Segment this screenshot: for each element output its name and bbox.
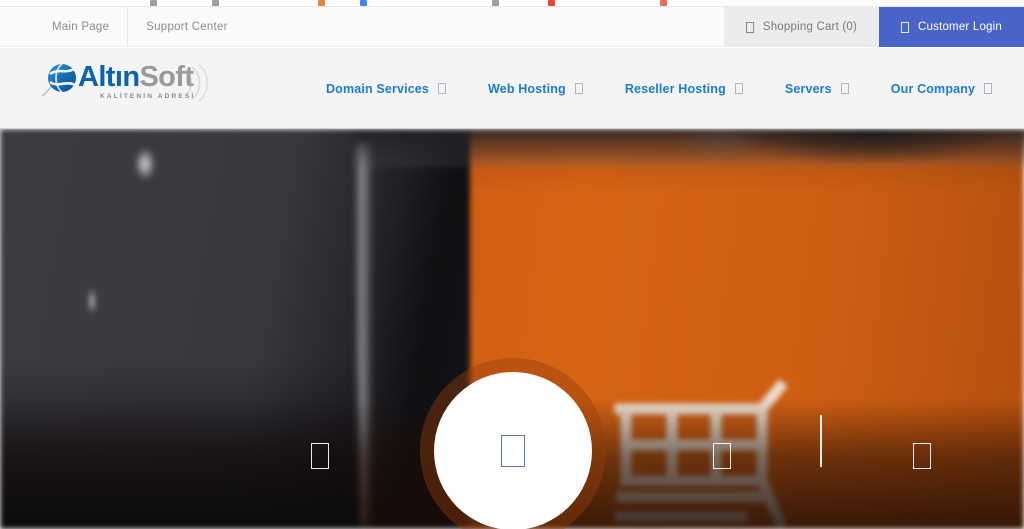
- shopping-cart-label: Shopping Cart (0): [762, 21, 858, 33]
- play-icon: [501, 435, 525, 467]
- hero-banner: Everything is at your fingertips Service…: [0, 129, 1024, 529]
- logo-word-row: AltınSoft: [78, 62, 195, 92]
- site-header: AltınSoft KALİTENİN ADRESİ Domain Servic…: [0, 48, 1024, 129]
- bookmark-favicon[interactable]: [548, 0, 555, 6]
- hero-divider-line: [820, 415, 822, 467]
- bookmark-favicon[interactable]: [318, 0, 325, 6]
- nav-label: Our Company: [890, 81, 976, 96]
- nav-item-our-company[interactable]: Our Company: [870, 82, 1013, 96]
- top-utility-actions: Shopping Cart (0) Customer Login: [723, 7, 1024, 47]
- top-utility-links: Main Page Support Center: [34, 7, 246, 47]
- nav-item-contact[interactable]: Contact: [1013, 82, 1024, 96]
- chevron-down-icon: [574, 83, 583, 94]
- bookmark-favicon[interactable]: [660, 0, 667, 6]
- nav-label: Reseller Hosting: [624, 81, 726, 96]
- nav-label: Web Hosting: [488, 81, 566, 96]
- globe-icon: [40, 60, 82, 102]
- nav-item-reseller-hosting[interactable]: Reseller Hosting: [604, 82, 764, 96]
- hero-marker-icon[interactable]: [713, 443, 731, 469]
- bookmark-favicon[interactable]: [150, 0, 157, 6]
- logo-name-first: Altın: [78, 61, 140, 93]
- page-root: Main Page Support Center Shopping Cart (…: [0, 0, 1024, 529]
- chevron-down-icon: [840, 83, 849, 94]
- sound-waves-icon: [184, 64, 209, 102]
- bookmark-favicon[interactable]: [360, 0, 367, 6]
- nav-label: Servers: [784, 81, 832, 96]
- nav-label: Domain Services: [326, 81, 429, 96]
- site-logo[interactable]: AltınSoft KALİTENİN ADRESİ: [40, 60, 209, 102]
- nav-item-web-hosting[interactable]: Web Hosting: [467, 82, 604, 96]
- nav-item-servers[interactable]: Servers: [764, 82, 870, 96]
- user-icon: [901, 21, 910, 33]
- hero-next-arrow-icon[interactable]: [913, 443, 931, 469]
- nav-item-domain-services[interactable]: Domain Services: [305, 82, 467, 96]
- browser-bookmarks-bar[interactable]: [0, 0, 1024, 7]
- bookmark-favicon[interactable]: [212, 0, 219, 6]
- topbar-link-main-page[interactable]: Main Page: [34, 7, 127, 47]
- chevron-down-icon: [734, 83, 743, 94]
- bookmark-favicon[interactable]: [492, 0, 499, 6]
- main-navigation: Domain Services Web Hosting Reseller Hos…: [305, 48, 1024, 129]
- topbar-link-support-center[interactable]: Support Center: [128, 7, 246, 47]
- hero-prev-arrow-icon[interactable]: [311, 443, 329, 469]
- shopping-cart-button[interactable]: Shopping Cart (0): [723, 7, 880, 47]
- chevron-down-icon: [984, 83, 993, 94]
- logo-wordmark: AltınSoft KALİTENİN ADRESİ: [78, 62, 209, 102]
- chevron-down-icon: [438, 83, 446, 94]
- play-button[interactable]: [434, 372, 592, 529]
- logo-tagline: KALİTENİN ADRESİ: [100, 93, 196, 100]
- top-utility-bar: Main Page Support Center Shopping Cart (…: [0, 7, 1024, 47]
- customer-login-button[interactable]: Customer Login: [879, 7, 1024, 47]
- customer-login-label: Customer Login: [918, 21, 1002, 33]
- cart-icon: [745, 21, 754, 33]
